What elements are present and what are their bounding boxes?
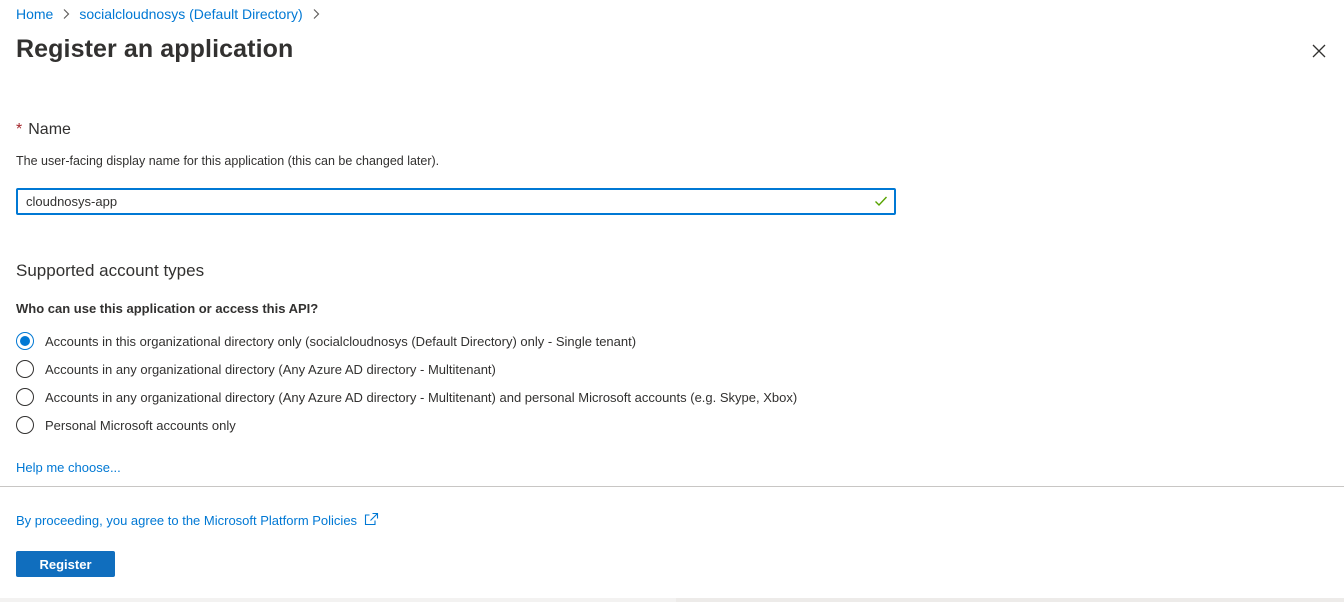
radio-button[interactable]: [16, 388, 34, 406]
radio-button-selected[interactable]: [16, 332, 34, 350]
radio-button[interactable]: [16, 416, 34, 434]
radio-label: Accounts in this organizational director…: [45, 333, 637, 349]
radio-label: Personal Microsoft accounts only: [45, 417, 236, 433]
close-icon: [1312, 44, 1326, 63]
policy-link-text: By proceeding, you agree to the Microsof…: [16, 513, 358, 528]
name-field-label: * Name: [16, 121, 71, 139]
external-link-icon: [364, 512, 379, 529]
scrollbar-thumb[interactable]: [0, 598, 676, 602]
radio-multitenant-personal[interactable]: Accounts in any organizational directory…: [16, 383, 797, 411]
radio-multitenant[interactable]: Accounts in any organizational directory…: [16, 355, 797, 383]
platform-policies-link[interactable]: By proceeding, you agree to the Microsof…: [16, 512, 379, 529]
breadcrumb-home-link[interactable]: Home: [16, 6, 53, 22]
breadcrumb: Home socialcloudnosys (Default Directory…: [16, 6, 329, 22]
horizontal-scrollbar[interactable]: [0, 598, 1344, 602]
name-label-text: Name: [28, 121, 71, 138]
account-types-heading: Supported account types: [16, 261, 205, 280]
name-input[interactable]: [18, 190, 894, 213]
radio-label: Accounts in any organizational directory…: [45, 361, 496, 377]
required-marker: *: [16, 121, 23, 138]
radio-personal-only[interactable]: Personal Microsoft accounts only: [16, 411, 797, 439]
account-type-radio-group: Accounts in this organizational director…: [16, 327, 797, 439]
radio-button[interactable]: [16, 360, 34, 378]
chevron-right-icon: [61, 8, 71, 20]
help-me-choose-link[interactable]: Help me choose...: [16, 460, 121, 475]
chevron-right-icon: [311, 8, 321, 20]
checkmark-icon: [874, 194, 888, 208]
breadcrumb-directory-link[interactable]: socialcloudnosys (Default Directory): [79, 6, 302, 22]
footer-divider: [0, 486, 1344, 487]
radio-single-tenant[interactable]: Accounts in this organizational director…: [16, 327, 797, 355]
radio-label: Accounts in any organizational directory…: [45, 389, 798, 405]
register-button[interactable]: Register: [16, 551, 115, 577]
close-button[interactable]: [1306, 40, 1332, 66]
name-field-description: The user-facing display name for this ap…: [16, 154, 440, 168]
name-input-container: [16, 188, 896, 215]
account-types-question: Who can use this application or access t…: [16, 301, 319, 316]
page-title: Register an application: [16, 35, 294, 63]
